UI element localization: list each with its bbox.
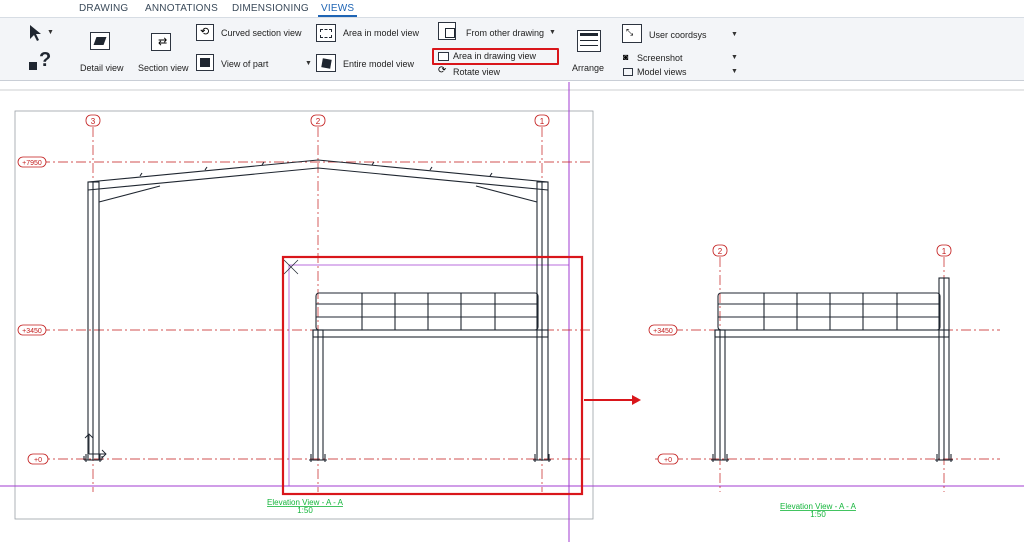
area-in-model-view-button[interactable]: Area in model view (314, 22, 424, 44)
from-other-drawing-icon (438, 22, 456, 40)
tab-dimensioning[interactable]: DIMENSIONING (232, 3, 309, 14)
ribbon-tab-bar: DRAWING ANNOTATIONS DIMENSIONING VIEWS (0, 0, 1024, 18)
svg-text:?: ? (39, 49, 51, 71)
grid-label: 2 (316, 117, 321, 126)
new-elevation-view[interactable]: 2 1 +3450 +0 Elevation View - A - A 1:50 (648, 244, 1000, 519)
view-of-part-button[interactable]: View of part ▼ (194, 52, 316, 74)
detail-view-button[interactable]: Detail view (76, 24, 126, 76)
entire-model-view-label: Entire model view (343, 59, 415, 69)
detail-view-icon (90, 32, 110, 50)
ribbon-views: ▼ ? Detail view ⇄ Section view ⟲ Curved … (0, 18, 1024, 81)
drawing-svg: 3 2 1 +7950 +3450 +0 Elevation View - A … (0, 82, 1024, 542)
select-pointer-icon[interactable] (28, 24, 44, 42)
from-other-drawing-button[interactable]: From other drawing ▼ (436, 20, 560, 44)
rotate-icon: ⟳ (438, 65, 447, 76)
section-view-label: Section view (138, 63, 189, 73)
detail-view-label: Detail view (80, 63, 124, 73)
main-elevation-view: 3 2 1 +7950 +3450 +0 Elevation View - A … (17, 114, 590, 515)
grid-label: 1 (540, 117, 545, 126)
rotate-view-button[interactable]: ⟳ Rotate view (435, 65, 515, 79)
section-view-icon: ⇄ (151, 33, 171, 51)
user-coordsys-button[interactable]: ⤡ User coordsys ▼ (620, 22, 740, 46)
tab-drawing[interactable]: DRAWING (79, 3, 128, 14)
arrange-label: Arrange (572, 63, 605, 73)
model-views-icon (623, 68, 633, 76)
area-in-model-view-icon (316, 24, 336, 42)
view-scale: 1:50 (810, 510, 826, 519)
view-of-part-icon (196, 54, 214, 71)
view-scale: 1:50 (297, 506, 313, 515)
arrange-button[interactable]: Arrange (570, 24, 610, 76)
chevron-down-icon[interactable]: ▼ (731, 31, 738, 38)
area-in-drawing-view-button[interactable]: Area in drawing view (435, 50, 557, 63)
level-label: +0 (34, 457, 42, 464)
area-in-drawing-view-icon (438, 52, 449, 61)
tab-annotations[interactable]: ANNOTATIONS (145, 3, 218, 14)
level-label: +3450 (22, 328, 42, 335)
screenshot-label: Screenshot (637, 53, 683, 63)
curved-section-view-label: Curved section view (221, 28, 302, 38)
model-views-label: Model views (637, 67, 687, 77)
drawing-canvas[interactable]: 3 2 1 +7950 +3450 +0 Elevation View - A … (0, 82, 1024, 542)
tab-views[interactable]: VIEWS (317, 3, 358, 17)
level-label: +7950 (22, 160, 42, 167)
curved-section-icon: ⟲ (196, 24, 214, 41)
chevron-down-icon[interactable]: ▼ (47, 29, 54, 36)
camera-icon: ◙ (623, 52, 629, 62)
screenshot-button[interactable]: ◙ Screenshot ▼ (620, 52, 740, 65)
area-in-drawing-view-label: Area in drawing view (453, 51, 537, 61)
from-other-drawing-label: From other drawing (466, 28, 545, 38)
view-of-part-label: View of part (221, 59, 269, 69)
grid-label: 2 (718, 247, 723, 256)
entire-model-view-button[interactable]: Entire model view (314, 52, 424, 74)
chevron-down-icon[interactable]: ▼ (731, 68, 738, 75)
chevron-down-icon[interactable]: ▼ (305, 60, 312, 67)
level-label: +0 (664, 457, 672, 464)
level-label: +3450 (653, 328, 673, 335)
grid-label: 3 (91, 117, 96, 126)
chevron-down-icon[interactable]: ▼ (549, 29, 556, 36)
rotate-view-label: Rotate view (453, 67, 501, 77)
chevron-down-icon[interactable]: ▼ (731, 54, 738, 61)
grid-label: 1 (942, 247, 947, 256)
area-in-model-view-label: Area in model view (343, 28, 420, 38)
section-view-button[interactable]: ⇄ Section view (134, 24, 189, 76)
coordsys-icon: ⤡ (622, 24, 642, 43)
model-views-button[interactable]: Model views ▼ (620, 66, 740, 79)
user-coordsys-label: User coordsys (649, 30, 707, 40)
arrange-icon (577, 30, 601, 52)
cube-icon (316, 54, 336, 72)
help-question-icon[interactable]: ? (29, 48, 53, 74)
tekla-drawing-editor: DRAWING ANNOTATIONS DIMENSIONING VIEWS ▼… (0, 0, 1024, 542)
curved-section-view-button[interactable]: ⟲ Curved section view (194, 22, 304, 44)
